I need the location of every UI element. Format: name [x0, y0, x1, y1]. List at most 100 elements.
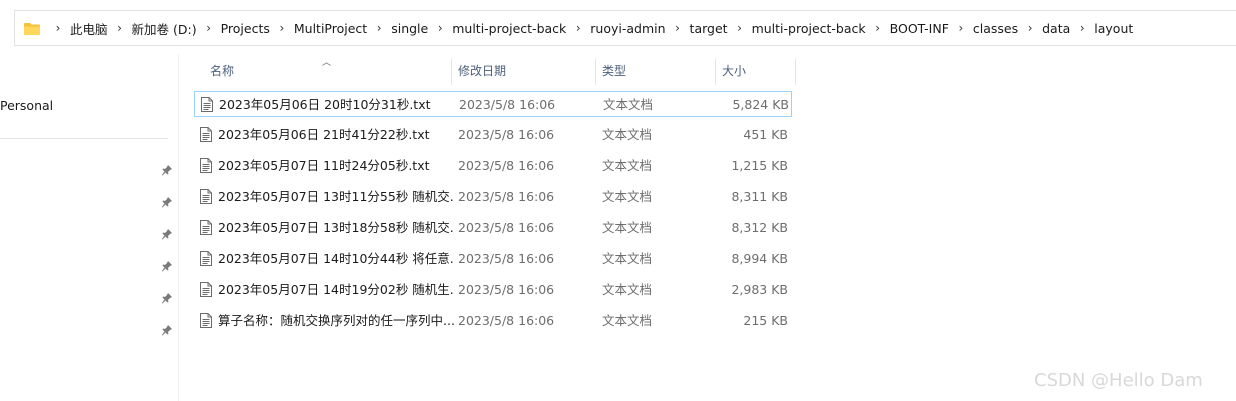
chevron-right-icon[interactable]: › [1018, 21, 1042, 35]
navigation-pane: Personal [0, 54, 179, 401]
file-row[interactable]: 2023年05月07日 13时18分58秒 随机交... 2023/5/8 16:… [194, 215, 792, 241]
chevron-right-icon[interactable]: › [270, 21, 294, 35]
file-modified-date: 2023/5/8 16:06 [458, 313, 555, 328]
text-file-icon [201, 97, 213, 112]
chevron-right-icon[interactable]: › [367, 21, 391, 35]
breadcrumb-label: 新加卷 (D:) [131, 21, 197, 37]
file-modified-date: 2023/5/8 16:06 [459, 97, 556, 112]
folder-icon [24, 22, 40, 35]
pin-icon[interactable] [161, 196, 173, 208]
file-modified-date: 2023/5/8 16:06 [458, 158, 555, 173]
chevron-right-icon[interactable]: › [666, 21, 690, 35]
text-file-icon [200, 189, 212, 204]
file-name: 2023年05月07日 13时18分58秒 随机交... [218, 220, 454, 235]
file-row[interactable]: 算子名称：随机交换序列对的任一序列中... 2023/5/8 16:06 文本文档 2… [194, 308, 792, 334]
breadcrumb-item[interactable]: ruoyi-admin [590, 21, 665, 36]
text-file-icon [200, 220, 212, 235]
breadcrumb-label: 此电脑 [70, 21, 108, 37]
file-row[interactable]: 2023年05月07日 14时10分44秒 将任意... 2023/5/8 16:… [194, 246, 792, 272]
file-name: 2023年05月06日 20时10分31秒.txt [219, 97, 431, 112]
sidebar-item-personal[interactable]: Personal [0, 98, 53, 113]
pin-icon[interactable] [161, 228, 173, 240]
breadcrumb-item[interactable]: multi-project-back [752, 21, 866, 36]
file-size: 451 KB [743, 127, 788, 142]
breadcrumb-item[interactable]: layout [1094, 21, 1133, 36]
file-size: 215 KB [743, 313, 788, 328]
breadcrumb-label: target [689, 20, 728, 36]
file-modified-date: 2023/5/8 16:06 [458, 127, 555, 142]
watermark: CSDN @Hello Dam [1034, 370, 1203, 391]
column-header-name[interactable]: 名称 [210, 58, 234, 85]
chevron-right-icon[interactable]: › [197, 21, 221, 35]
text-file-icon [200, 158, 212, 173]
breadcrumb-label: single [391, 20, 429, 36]
file-modified-date: 2023/5/8 16:06 [458, 189, 555, 204]
column-header-row: ︿ 名称 修改日期 类型 大小 [194, 58, 796, 85]
chevron-right-icon[interactable]: › [728, 21, 752, 35]
file-size: 8,312 KB [731, 220, 788, 235]
column-header-date[interactable]: 修改日期 [458, 58, 506, 85]
file-type: 文本文档 [602, 189, 653, 204]
breadcrumb-label: data [1042, 20, 1071, 36]
file-type: 文本文档 [603, 97, 654, 112]
breadcrumb-item[interactable]: Projects [221, 21, 270, 36]
breadcrumb-item[interactable]: BOOT-INF [890, 21, 949, 36]
file-name: 2023年05月07日 14时10分44秒 将任意... [218, 251, 454, 266]
column-header-type[interactable]: 类型 [602, 58, 626, 85]
breadcrumb-label: BOOT-INF [889, 20, 949, 36]
file-name: 2023年05月07日 14时19分02秒 随机生... [218, 282, 454, 297]
file-type: 文本文档 [602, 158, 653, 173]
breadcrumb-label: multi-project-back [751, 20, 866, 36]
chevron-right-icon[interactable]: › [428, 21, 452, 35]
breadcrumb-item[interactable]: data [1042, 21, 1070, 36]
chevron-right-icon[interactable]: › [949, 21, 973, 35]
address-bar[interactable]: › 此电脑 › 新加卷 (D:) › Projects › MultiProject › sin… [14, 10, 1236, 46]
column-resizer[interactable] [595, 58, 596, 85]
file-name: 2023年05月07日 13时11分55秒 随机交... [218, 189, 454, 204]
breadcrumb-item[interactable]: classes [973, 21, 1018, 36]
file-row[interactable]: 2023年05月06日 20时10分31秒.txt 2023/5/8 16:06 文… [194, 91, 792, 117]
breadcrumb-label: Projects [220, 20, 270, 36]
file-row[interactable]: 2023年05月07日 13时11分55秒 随机交... 2023/5/8 16:… [194, 184, 792, 210]
breadcrumb-item[interactable]: MultiProject [294, 21, 367, 36]
file-modified-date: 2023/5/8 16:06 [458, 220, 555, 235]
breadcrumb-label: classes [972, 20, 1019, 36]
file-row[interactable]: 2023年05月06日 21时41分22秒.txt 2023/5/8 16:06 文… [194, 122, 792, 148]
chevron-right-icon[interactable]: › [46, 21, 70, 35]
file-row[interactable]: 2023年05月07日 14时19分02秒 随机生... 2023/5/8 16:… [194, 277, 792, 303]
sidebar-divider [0, 138, 168, 139]
file-modified-date: 2023/5/8 16:06 [458, 282, 555, 297]
text-file-icon [200, 251, 212, 266]
column-resizer[interactable] [451, 58, 452, 85]
file-size: 8,994 KB [731, 251, 788, 266]
column-header-size[interactable]: 大小 [722, 58, 746, 85]
chevron-right-icon[interactable]: › [866, 21, 890, 35]
pin-icon[interactable] [161, 260, 173, 272]
breadcrumb-label: layout [1094, 20, 1134, 36]
pin-icon[interactable] [161, 324, 173, 336]
breadcrumb-label: MultiProject [293, 20, 368, 36]
breadcrumb-item[interactable]: 此电脑 [70, 19, 108, 38]
file-size: 2,983 KB [731, 282, 788, 297]
breadcrumb-item[interactable]: 新加卷 (D:) [132, 19, 197, 38]
file-type: 文本文档 [602, 313, 653, 328]
text-file-icon [200, 282, 212, 297]
file-size: 1,215 KB [731, 158, 788, 173]
chevron-right-icon[interactable]: › [566, 21, 590, 35]
breadcrumb-item[interactable]: target [690, 21, 728, 36]
chevron-right-icon[interactable]: › [108, 21, 132, 35]
breadcrumb-item[interactable]: multi-project-back [452, 21, 566, 36]
pin-icon[interactable] [161, 164, 173, 176]
file-row[interactable]: 2023年05月07日 11时24分05秒.txt 2023/5/8 16:06 文… [194, 153, 792, 179]
file-type: 文本文档 [602, 127, 653, 142]
pin-icon[interactable] [161, 292, 173, 304]
text-file-icon [200, 313, 212, 328]
file-name: 2023年05月06日 21时41分22秒.txt [218, 127, 430, 142]
file-type: 文本文档 [602, 220, 653, 235]
chevron-right-icon[interactable]: › [1070, 21, 1094, 35]
file-name: 2023年05月07日 11时24分05秒.txt [218, 158, 430, 173]
breadcrumb-item[interactable]: single [391, 21, 428, 36]
column-resizer[interactable] [715, 58, 716, 85]
column-resizer[interactable] [795, 58, 796, 85]
file-type: 文本文档 [602, 282, 653, 297]
